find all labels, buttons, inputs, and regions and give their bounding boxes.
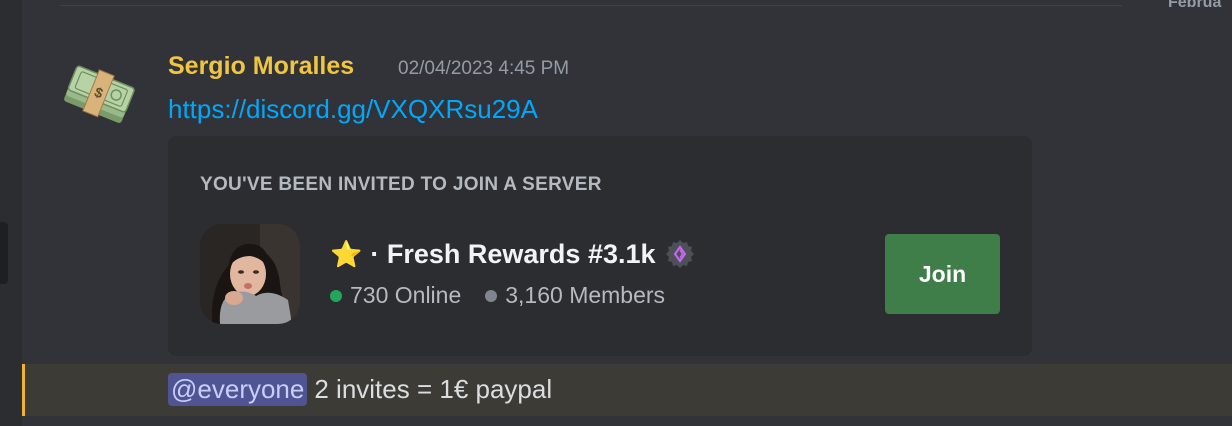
message-timestamp: 02/04/2023 4:45 PM — [398, 58, 570, 79]
server-icon[interactable] — [200, 224, 300, 324]
money-stack-icon[interactable]: $ — [60, 62, 140, 128]
message-author[interactable]: Sergio Moralles — [168, 52, 354, 81]
scrollbar-thumb[interactable] — [0, 222, 8, 284]
mention-message-row: @everyone 2 invites = 1€ paypal — [22, 364, 1232, 416]
server-name-row: ⭐ · Fresh Rewards #3.1k — [330, 238, 696, 270]
partner-badge-icon — [664, 238, 696, 270]
server-name: · Fresh Rewards #3.1k — [370, 238, 656, 269]
invite-heading: YOU'VE BEEN INVITED TO JOIN A SERVER — [200, 174, 602, 195]
members-status-dot — [485, 289, 498, 302]
mention-message-content: @everyone 2 invites = 1€ paypal — [168, 373, 552, 406]
server-invite-card: YOU'VE BEEN INVITED TO JOIN A SERVER ⭐ ·… — [168, 136, 1032, 356]
online-status-dot — [330, 289, 342, 302]
date-divider-label: Februa — [1168, 0, 1222, 11]
star-emoji-icon: ⭐ — [330, 239, 363, 269]
mention-message-text: 2 invites = 1€ paypal — [314, 374, 553, 404]
date-divider-line — [60, 5, 1122, 6]
invite-link[interactable]: https://discord.gg/VXQXRsu29A — [168, 94, 538, 125]
everyone-mention[interactable]: @everyone — [168, 373, 308, 406]
join-button[interactable]: Join — [885, 234, 1000, 314]
left-rail — [0, 0, 22, 426]
member-count: 3,160 Members — [505, 282, 666, 308]
server-stats: 730 Online 3,160 Members — [330, 282, 665, 309]
online-count: 730 Online — [350, 282, 462, 308]
